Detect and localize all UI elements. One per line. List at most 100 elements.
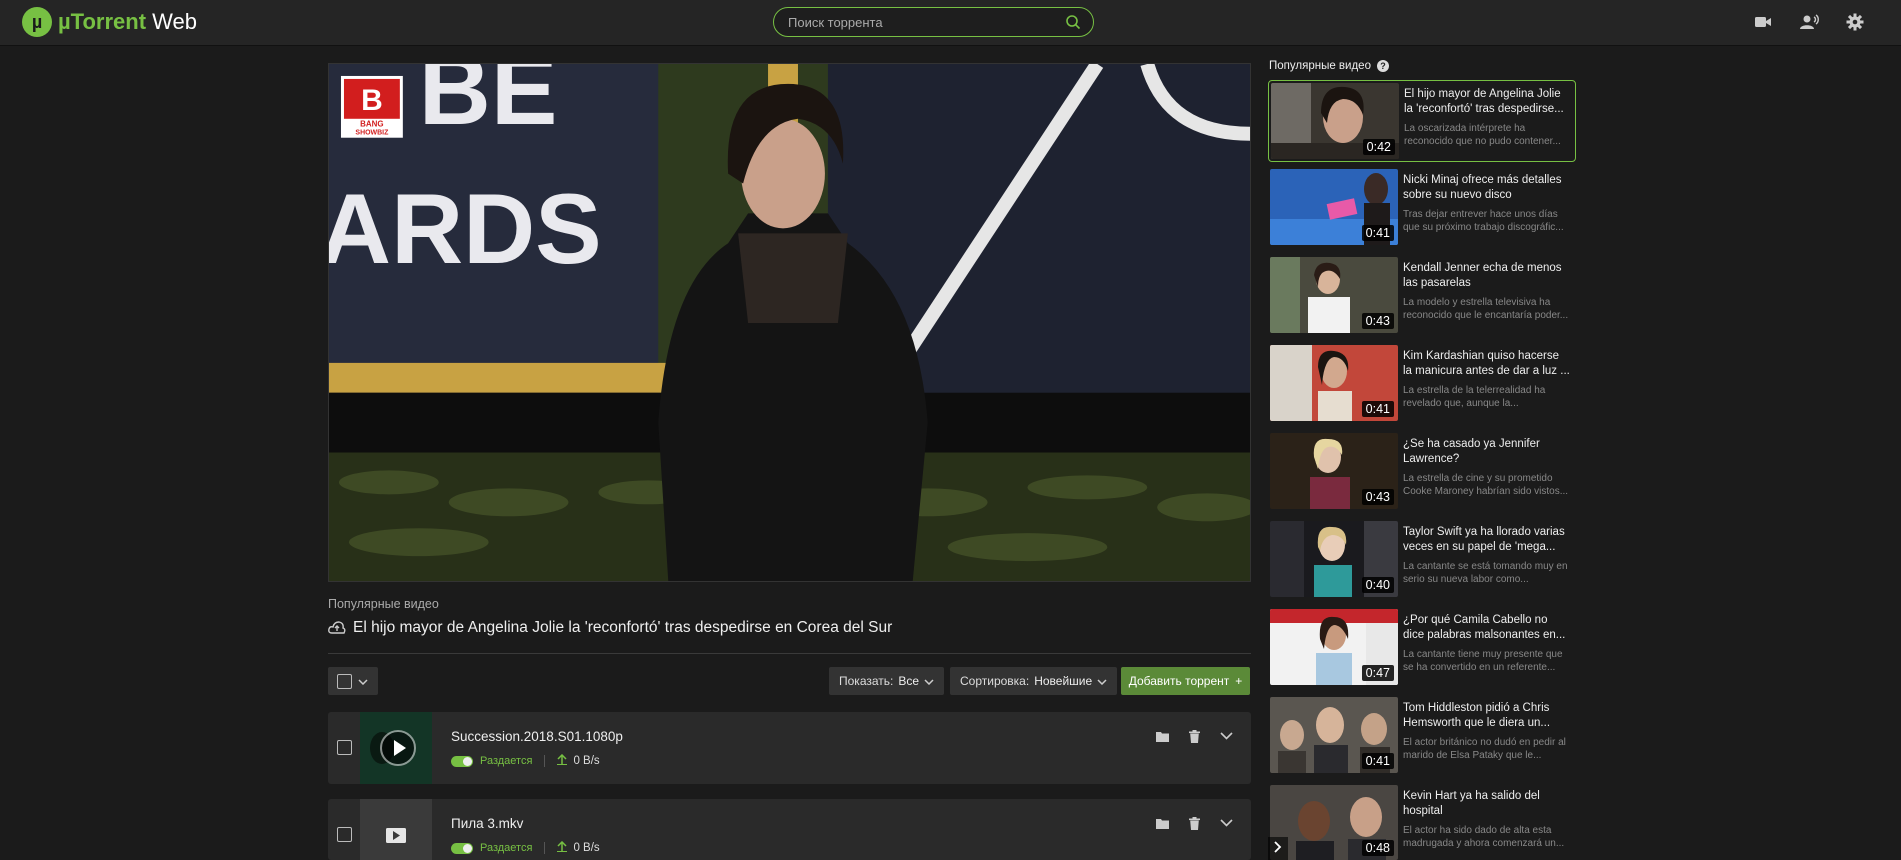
video-duration: 0:41 — [1361, 401, 1394, 417]
video-thumbnail: 0:47 — [1270, 609, 1398, 685]
video-thumbnail: 0:43 — [1270, 433, 1398, 509]
video-duration: 0:41 — [1361, 753, 1394, 769]
users-icon[interactable] — [1799, 12, 1819, 32]
video-duration: 0:40 — [1361, 577, 1394, 593]
popular-video-item[interactable]: 0:43 ¿Se ha casado ya Jennifer Lawrence?… — [1268, 431, 1576, 513]
video-duration: 0:43 — [1361, 313, 1394, 329]
video-camera-icon[interactable] — [1753, 12, 1773, 32]
chevron-down-icon — [924, 674, 934, 688]
gear-icon[interactable] — [1845, 12, 1865, 32]
torrent-thumbnail[interactable] — [360, 712, 432, 784]
app-title: µTorrent Web — [58, 9, 197, 34]
row-checkbox[interactable] — [337, 740, 352, 755]
search-input[interactable] — [788, 12, 1048, 32]
app-logo[interactable]: µ µTorrent Web — [22, 7, 197, 37]
help-icon[interactable]: ? — [1376, 60, 1389, 72]
svg-text:B: B — [361, 84, 383, 117]
upload-icon — [557, 840, 568, 855]
scroll-next-button[interactable] — [1268, 837, 1288, 860]
video-title: Kim Kardashian quiso hacerse la manicura… — [1403, 350, 1570, 377]
torrent-name[interactable]: Пила 3.mkv — [451, 816, 523, 831]
utorrent-logo-icon: µ — [22, 7, 52, 37]
chevron-right-icon — [1274, 840, 1282, 858]
divider — [328, 653, 1251, 654]
video-description: La cantante se está tomando muy en serio… — [1403, 561, 1568, 585]
popular-video-item[interactable]: 0:41 Nicki Minaj ofrece más detalles sob… — [1268, 167, 1576, 249]
torrent-row[interactable]: Succession.2018.S01.1080p Раздается 0 B/… — [328, 712, 1251, 784]
torrent-name[interactable]: Succession.2018.S01.1080p — [451, 729, 623, 744]
divider — [544, 842, 546, 854]
video-title: Tom Hiddleston pidió a Chris Hemsworth q… — [1403, 702, 1551, 729]
video-thumbnail: 0:41 — [1270, 345, 1398, 421]
torrent-status: Раздается — [480, 842, 533, 854]
video-thumbnail: 0:42 — [1271, 83, 1399, 159]
row-checkbox[interactable] — [337, 827, 352, 842]
torrent-row[interactable]: Пила 3.mkv Раздается 0 B/s — [328, 799, 1251, 860]
trash-icon[interactable] — [1187, 816, 1201, 830]
video-title: Kevin Hart ya ha salido del hospital — [1403, 790, 1540, 817]
upload-speed: 0 B/s — [573, 755, 600, 767]
chevron-down-icon[interactable] — [1219, 816, 1233, 830]
video-description: La cantante tiene muy presente que se ha… — [1403, 649, 1563, 673]
popular-video-item[interactable]: 0:42 El hijo mayor de Angelina Jolie la … — [1268, 80, 1576, 162]
video-thumbnail: 0:40 — [1270, 521, 1398, 597]
chevron-down-icon — [358, 672, 368, 690]
select-all-dropdown[interactable] — [328, 667, 378, 695]
select-all-checkbox[interactable] — [337, 673, 352, 689]
video-duration: 0:47 — [1361, 665, 1394, 681]
video-duration: 0:48 — [1361, 840, 1394, 856]
popular-video-item[interactable]: 0:41 Kim Kardashian quiso hacerse la man… — [1268, 343, 1576, 425]
video-title: Taylor Swift ya ha llorado varias veces … — [1403, 526, 1565, 553]
video-thumbnail: 0:43 — [1270, 257, 1398, 333]
folder-icon[interactable] — [1155, 816, 1169, 830]
video-description: La estrella de la telerrealidad ha revel… — [1403, 385, 1546, 409]
trash-icon[interactable] — [1187, 729, 1201, 743]
folder-icon[interactable] — [1155, 729, 1169, 743]
torrent-status: Раздается — [480, 755, 533, 767]
popular-video-item[interactable]: 0:40 Taylor Swift ya ha llorado varias v… — [1268, 519, 1576, 601]
svg-text:BANG: BANG — [360, 120, 383, 129]
svg-text:SHOWBIZ: SHOWBIZ — [355, 130, 389, 137]
popular-video-item[interactable]: 0:43 Kendall Jenner echa de menos las pa… — [1268, 255, 1576, 337]
sort-dropdown[interactable]: Сортировка: Новейшие — [950, 667, 1118, 695]
video-duration: 0:41 — [1361, 225, 1394, 241]
popular-video-item[interactable]: 0:41 Tom Hiddleston pidió a Chris Hemswo… — [1268, 695, 1576, 777]
video-thumbnail: 0:41 — [1270, 697, 1398, 773]
seeding-toggle[interactable] — [451, 755, 473, 767]
search-box[interactable] — [773, 7, 1094, 37]
video-thumbnail: 0:48 — [1270, 785, 1398, 860]
video-description: La modelo y estrella televisiva ha recon… — [1403, 297, 1569, 321]
video-category: Популярные видео — [328, 597, 439, 611]
chevron-down-icon[interactable] — [1219, 729, 1233, 743]
video-info: Популярные видео El hijo mayor de Angeli… — [328, 597, 1251, 637]
video-duration: 0:42 — [1362, 139, 1395, 155]
video-description: La oscarizada intérprete ha reconocido q… — [1404, 123, 1561, 147]
show-filter-dropdown[interactable]: Показать: Все — [829, 667, 945, 695]
popular-video-item[interactable]: 0:47 ¿Por qué Camila Cabello no dice pal… — [1268, 607, 1576, 689]
video-title: Nicki Minaj ofrece más detalles sobre su… — [1403, 174, 1562, 201]
video-title: El hijo mayor de Angelina Jolie la 'reco… — [353, 619, 893, 636]
sidebar-heading: Популярные видео ? — [1269, 60, 1389, 72]
popular-video-item[interactable]: 0:48 Kevin Hart ya ha salido del hospita… — [1268, 783, 1576, 860]
seeding-toggle[interactable] — [451, 842, 473, 854]
top-icons — [1753, 12, 1865, 32]
upload-speed: 0 B/s — [573, 842, 600, 854]
search-icon[interactable] — [1065, 14, 1081, 30]
video-player[interactable]: BE ARDS B BANG SHOWBIZ — [328, 63, 1251, 582]
video-title: ¿Por qué Camila Cabello no dice palabras… — [1403, 614, 1566, 641]
add-torrent-button[interactable]: Добавить торрент + — [1121, 667, 1250, 695]
cloud-upload-icon — [328, 621, 346, 635]
upload-icon — [557, 753, 568, 768]
svg-text:ARDS: ARDS — [329, 174, 602, 285]
top-bar: µ µTorrent Web — [0, 0, 1901, 46]
plus-icon: + — [1235, 674, 1243, 688]
video-title: El hijo mayor de Angelina Jolie la 'reco… — [1404, 88, 1564, 115]
video-duration: 0:43 — [1361, 489, 1394, 505]
video-title: ¿Se ha casado ya Jennifer Lawrence? — [1403, 438, 1540, 465]
torrent-thumbnail[interactable] — [360, 799, 432, 860]
video-description: El actor ha sido dado de alta esta madru… — [1403, 825, 1565, 849]
video-description: El actor británico no dudó en pedir al m… — [1403, 737, 1566, 761]
divider — [544, 755, 546, 767]
chevron-down-icon — [1097, 674, 1107, 688]
video-title: Kendall Jenner echa de menos las pasarel… — [1403, 262, 1562, 289]
